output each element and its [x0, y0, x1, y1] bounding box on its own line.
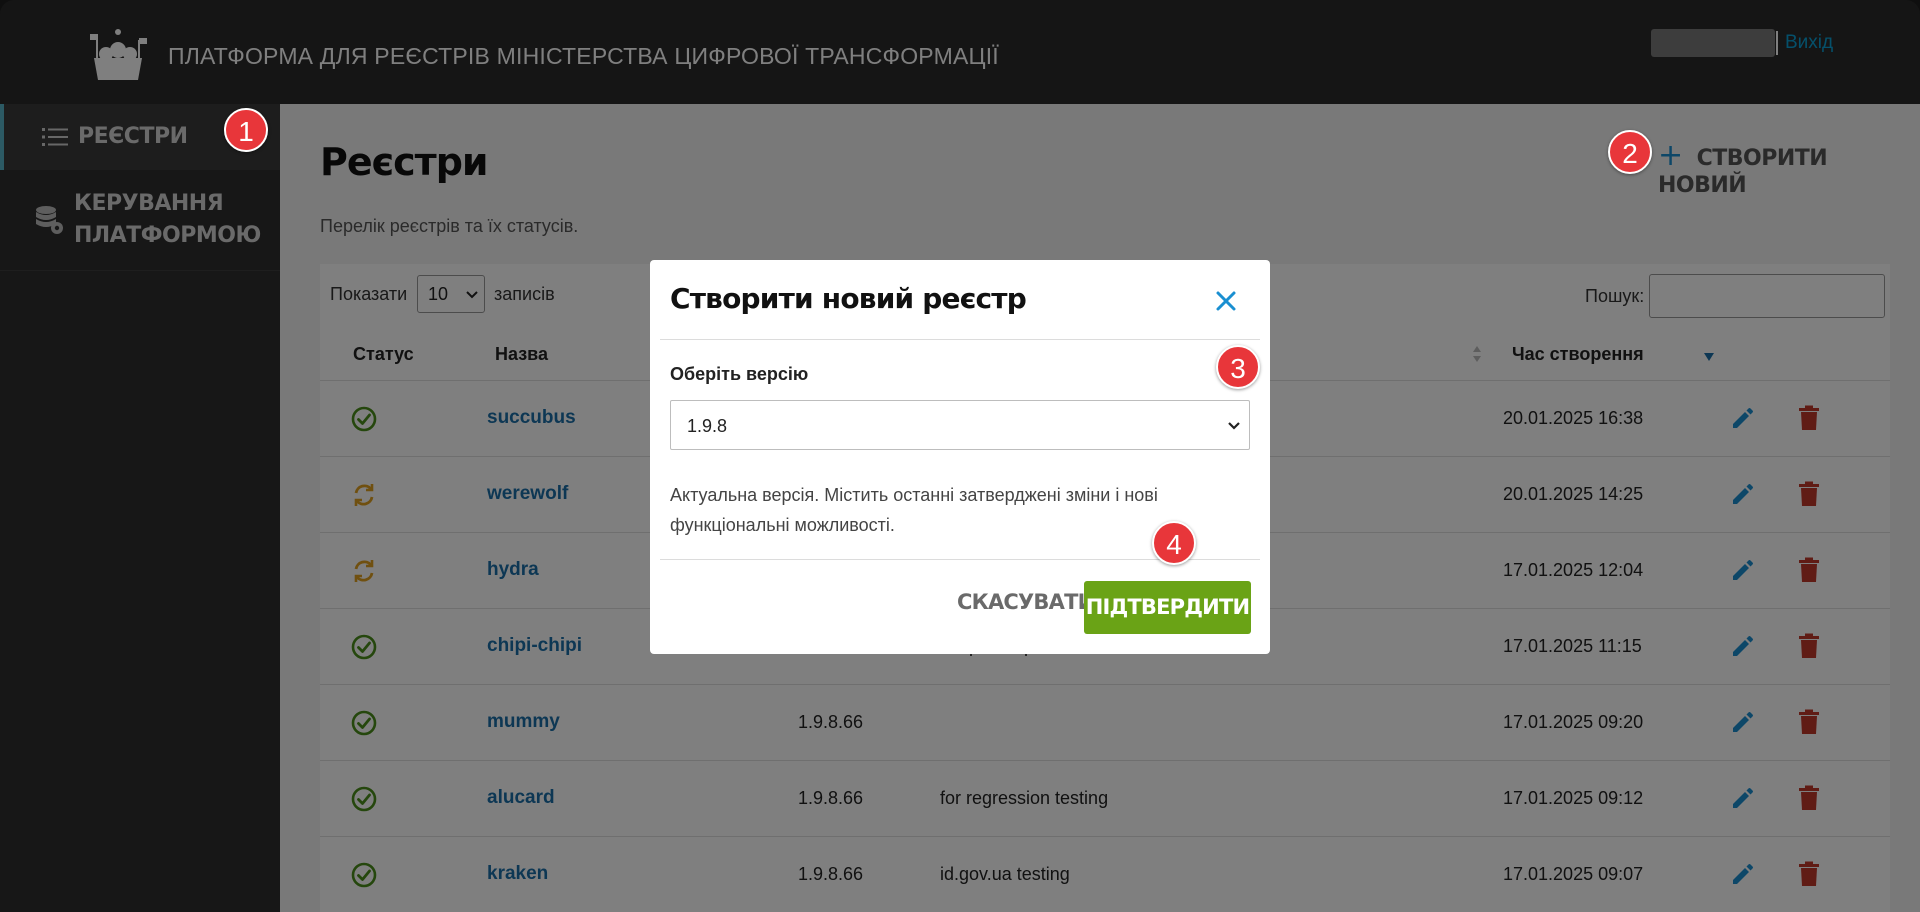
version-select[interactable]: 1.9.8 — [670, 400, 1250, 450]
confirm-button[interactable]: ПІДТВЕРДИТИ — [1084, 581, 1251, 634]
version-select-label: Оберіть версію — [670, 364, 809, 384]
step-badge: 1 — [224, 108, 268, 152]
close-icon[interactable] — [1213, 288, 1239, 314]
version-description: Актуальна версія. Містить останні затвер… — [670, 485, 1158, 535]
step-badge: 3 — [1216, 345, 1260, 389]
chevron-down-icon — [1228, 422, 1240, 430]
step-badge: 2 — [1608, 130, 1652, 174]
dialog-title: Створити новий реєстр — [670, 282, 1027, 315]
version-select-value: 1.9.8 — [687, 416, 728, 436]
dialog-divider — [660, 339, 1260, 340]
cancel-button[interactable]: СКАСУВАТИ — [957, 590, 1095, 614]
step-badge: 4 — [1152, 521, 1196, 565]
create-registry-dialog: Створити новий реєстр Оберіть версію 1.9… — [650, 260, 1270, 654]
